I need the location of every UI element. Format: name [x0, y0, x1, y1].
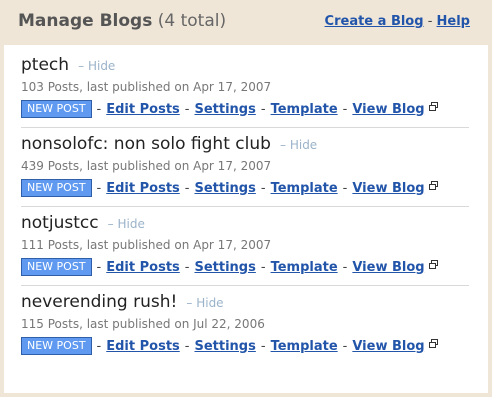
blog-name: notjustcc — [21, 213, 99, 233]
template-link[interactable]: Template — [271, 181, 338, 196]
blog-item: nonsolofc: non solo fight club – Hide 43… — [21, 134, 469, 207]
page-title: Manage Blogs (4 total) — [18, 11, 226, 31]
header-links: Create a Blog - Help — [325, 14, 470, 29]
blog-name: nonsolofc: non solo fight club — [21, 134, 271, 154]
blog-meta: 111 Posts, last published on Apr 17, 200… — [21, 238, 272, 252]
new-window-icon — [428, 338, 438, 348]
settings-link[interactable]: Settings — [194, 102, 255, 117]
template-link[interactable]: Template — [271, 260, 338, 275]
separator: - — [342, 259, 348, 275]
blog-meta: 103 Posts, last published on Apr 17, 200… — [21, 80, 272, 94]
manage-blogs-panel: Manage Blogs (4 total) Create a Blog - H… — [0, 0, 492, 397]
panel-header: Manage Blogs (4 total) Create a Blog - H… — [0, 0, 488, 45]
new-window-icon — [428, 180, 438, 190]
separator: - — [342, 101, 348, 117]
blog-list: ptech – Hide 103 Posts, last published o… — [4, 45, 488, 381]
blog-name: neverending rush! — [21, 292, 178, 312]
separator: - — [342, 338, 348, 354]
separator: - — [184, 101, 190, 117]
separator: - — [96, 259, 102, 275]
hide-link[interactable]: – Hide — [280, 138, 317, 152]
new-post-button[interactable]: NEW POST — [21, 258, 92, 276]
blog-actions: NEW POST - Edit Posts - Settings - Templ… — [21, 336, 469, 356]
hide-link[interactable]: – Hide — [186, 296, 223, 310]
settings-link[interactable]: Settings — [194, 339, 255, 354]
view-blog-link[interactable]: View Blog — [352, 181, 424, 196]
view-blog-link[interactable]: View Blog — [352, 260, 424, 275]
edit-posts-link[interactable]: Edit Posts — [106, 260, 180, 275]
separator: - — [260, 180, 266, 196]
separator: - — [260, 338, 266, 354]
blog-item: ptech – Hide 103 Posts, last published o… — [21, 55, 469, 128]
new-post-button[interactable]: NEW POST — [21, 100, 92, 118]
hide-link[interactable]: – Hide — [78, 59, 115, 73]
template-link[interactable]: Template — [271, 102, 338, 117]
separator: - — [184, 180, 190, 196]
help-link[interactable]: Help — [437, 14, 470, 29]
settings-link[interactable]: Settings — [194, 181, 255, 196]
new-window-icon — [428, 259, 438, 269]
settings-link[interactable]: Settings — [194, 260, 255, 275]
blog-actions: NEW POST - Edit Posts - Settings - Templ… — [21, 257, 469, 277]
blog-item: neverending rush! – Hide 115 Posts, last… — [21, 292, 469, 364]
template-link[interactable]: Template — [271, 339, 338, 354]
create-blog-link[interactable]: Create a Blog — [325, 14, 424, 29]
edit-posts-link[interactable]: Edit Posts — [106, 339, 180, 354]
hide-link[interactable]: – Hide — [108, 217, 145, 231]
edit-posts-link[interactable]: Edit Posts — [106, 181, 180, 196]
separator: - — [96, 180, 102, 196]
separator: - — [260, 101, 266, 117]
separator: - — [96, 101, 102, 117]
blog-count: (4 total) — [157, 11, 227, 31]
separator: - — [96, 338, 102, 354]
blog-item: notjustcc – Hide 111 Posts, last publish… — [21, 213, 469, 286]
separator: - — [184, 338, 190, 354]
new-post-button[interactable]: NEW POST — [21, 337, 92, 355]
blog-actions: NEW POST - Edit Posts - Settings - Templ… — [21, 178, 469, 198]
view-blog-link[interactable]: View Blog — [352, 102, 424, 117]
blog-name: ptech — [21, 55, 70, 75]
separator: - — [184, 259, 190, 275]
view-blog-link[interactable]: View Blog — [352, 339, 424, 354]
blog-meta: 439 Posts, last published on Apr 17, 200… — [21, 159, 272, 173]
panel-border — [0, 0, 4, 393]
edit-posts-link[interactable]: Edit Posts — [106, 102, 180, 117]
new-window-icon — [428, 101, 438, 111]
separator: - — [342, 180, 348, 196]
blog-actions: NEW POST - Edit Posts - Settings - Templ… — [21, 99, 469, 119]
separator: - — [260, 259, 266, 275]
blog-meta: 115 Posts, last published on Jul 22, 200… — [21, 317, 265, 331]
header-divider: - — [427, 14, 433, 29]
new-post-button[interactable]: NEW POST — [21, 179, 92, 197]
title-text: Manage Blogs — [18, 11, 153, 31]
